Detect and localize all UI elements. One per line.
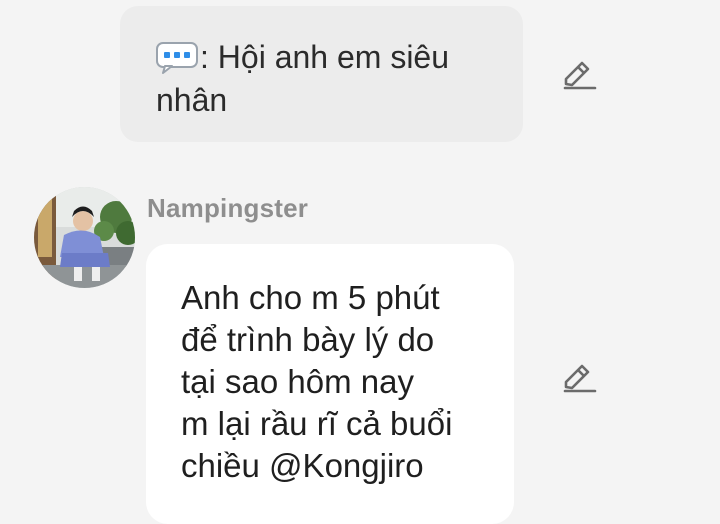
message-bubble: Anh cho m 5 phút để trình bày lý do tại … [146,244,514,524]
chat-bubble-dots-icon [156,42,198,74]
system-message-text: : Hội anh em siêu nhân [156,39,450,118]
avatar-photo [34,187,135,288]
edit-pencil-icon[interactable] [561,360,597,396]
sender-name[interactable]: Nampingster [147,193,308,224]
system-message-bubble: : Hội anh em siêu nhân [120,6,523,142]
avatar[interactable] [34,187,135,288]
edit-pencil-icon[interactable] [561,57,597,93]
